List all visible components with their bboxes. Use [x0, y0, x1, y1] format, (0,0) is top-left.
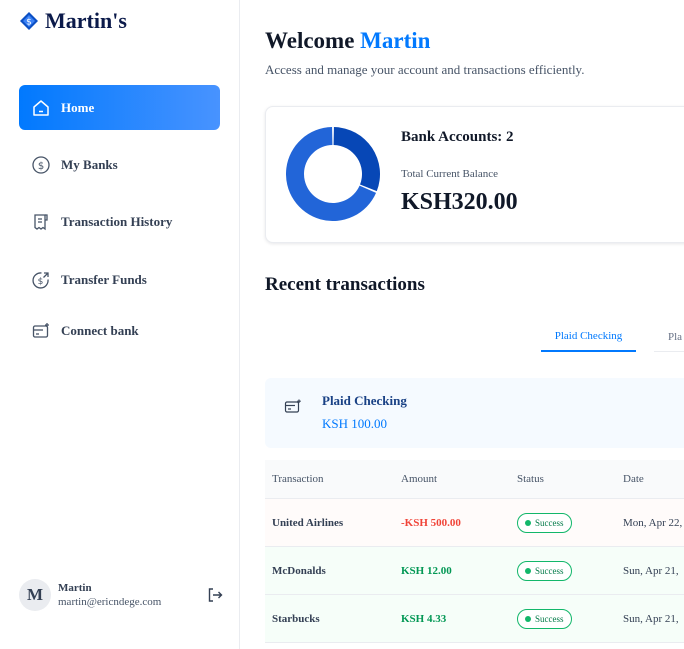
brand-name: Martin's — [45, 8, 127, 33]
page-title: Welcome Martin — [265, 28, 430, 54]
header-transaction: Transaction — [272, 473, 324, 485]
bank-accounts-count: Bank Accounts: 2 — [401, 129, 514, 145]
home-icon — [31, 98, 51, 118]
sidebar-item-label: Home — [61, 99, 95, 115]
header-amount: Amount — [401, 473, 438, 485]
total-balance-value: KSH320.00 — [401, 189, 518, 215]
table-row[interactable]: Starbucks KSH 4.33 Success Sun, Apr 21, — [265, 595, 684, 643]
transaction-amount: -KSH 500.00 — [401, 516, 461, 529]
transaction-name: Starbucks — [272, 612, 320, 625]
svg-text:$: $ — [26, 18, 32, 28]
sidebar-item-label: Transaction History — [61, 213, 173, 229]
sidebar-item-label: Transfer Funds — [61, 271, 147, 287]
transaction-date: Sun, Apr 21, — [623, 612, 679, 625]
account-amount: KSH 100.00 — [322, 416, 388, 431]
transaction-amount: KSH 12.00 — [401, 564, 452, 577]
user-profile: M Martin martin@ericndege.com — [19, 578, 224, 612]
card-add-icon — [284, 399, 301, 413]
table-row[interactable]: McDonalds KSH 12.00 Success Sun, Apr 21, — [265, 547, 684, 595]
sidebar-item-transaction-history[interactable]: Transaction History — [19, 199, 220, 244]
sidebar-item-my-banks[interactable]: $ My Banks — [19, 142, 220, 187]
transaction-amount: KSH 4.33 — [401, 612, 447, 625]
sidebar-item-home[interactable]: Home — [19, 85, 220, 130]
status-dot-icon — [525, 519, 531, 526]
table-header: Transaction Amount Status Date — [265, 460, 684, 499]
logout-icon[interactable] — [206, 586, 224, 604]
transaction-name: United Airlines — [272, 516, 344, 529]
status-cell: Success — [517, 499, 572, 546]
status-badge: Success — [517, 512, 572, 533]
svg-text:$: $ — [38, 160, 44, 171]
connect-bank-icon — [31, 321, 51, 341]
bank-logo-icon: $ — [20, 12, 38, 30]
status-text: Success — [535, 517, 564, 528]
main-content: Welcome Martin Access and manage your ac… — [240, 0, 684, 649]
status-dot-icon — [525, 615, 531, 622]
status-badge: Success — [517, 608, 572, 629]
greeting-user-name: Martin — [360, 28, 431, 53]
dollar-circle-icon: $ — [31, 155, 51, 175]
sidebar-item-transfer-funds[interactable]: $ Transfer Funds — [19, 257, 220, 302]
balance-card: Bank Accounts: 2 Total Current Balance K… — [265, 106, 684, 243]
sidebar-item-connect-bank[interactable]: Connect bank — [19, 308, 220, 353]
transaction-date: Mon, Apr 22, — [623, 516, 683, 529]
transactions-table: Transaction Amount Status Date United Ai… — [265, 460, 684, 643]
total-balance-label: Total Current Balance — [401, 168, 498, 180]
transaction-name: McDonalds — [272, 564, 326, 577]
status-cell: Success — [517, 595, 572, 642]
table-row[interactable]: United Airlines -KSH 500.00 Success Mon,… — [265, 499, 684, 547]
receipt-icon — [31, 212, 51, 232]
status-cell: Success — [517, 547, 572, 594]
svg-text:$: $ — [38, 276, 44, 286]
status-badge: Success — [517, 560, 572, 581]
header-status: Status — [517, 473, 544, 485]
status-dot-icon — [525, 567, 531, 574]
status-text: Success — [535, 565, 564, 576]
transaction-date: Sun, Apr 21, — [623, 564, 679, 577]
sidebar: $ Martin's Home $ My Banks Transaction H… — [0, 0, 240, 649]
user-name: Martin — [58, 582, 92, 594]
money-send-icon: $ — [31, 270, 51, 290]
user-email: martin@ericndege.com — [58, 596, 162, 608]
recent-transactions-title: Recent transactions — [265, 274, 425, 295]
avatar[interactable]: M — [19, 579, 51, 611]
donut-slice — [333, 127, 380, 192]
sidebar-item-label: Connect bank — [61, 322, 139, 338]
page-subtitle: Access and manage your account and trans… — [265, 62, 585, 77]
brand[interactable]: $ Martin's — [19, 8, 127, 34]
status-text: Success — [535, 613, 564, 624]
sidebar-item-label: My Banks — [61, 156, 118, 172]
account-name: Plaid Checking — [322, 393, 407, 408]
tab-second-account[interactable]: Pla — [654, 322, 684, 352]
balance-donut-chart — [286, 127, 380, 221]
tab-plaid-checking[interactable]: Plaid Checking — [541, 322, 636, 352]
account-summary: Plaid Checking KSH 100.00 — [265, 378, 684, 448]
greeting: Welcome — [265, 28, 355, 53]
header-date: Date — [623, 473, 644, 485]
